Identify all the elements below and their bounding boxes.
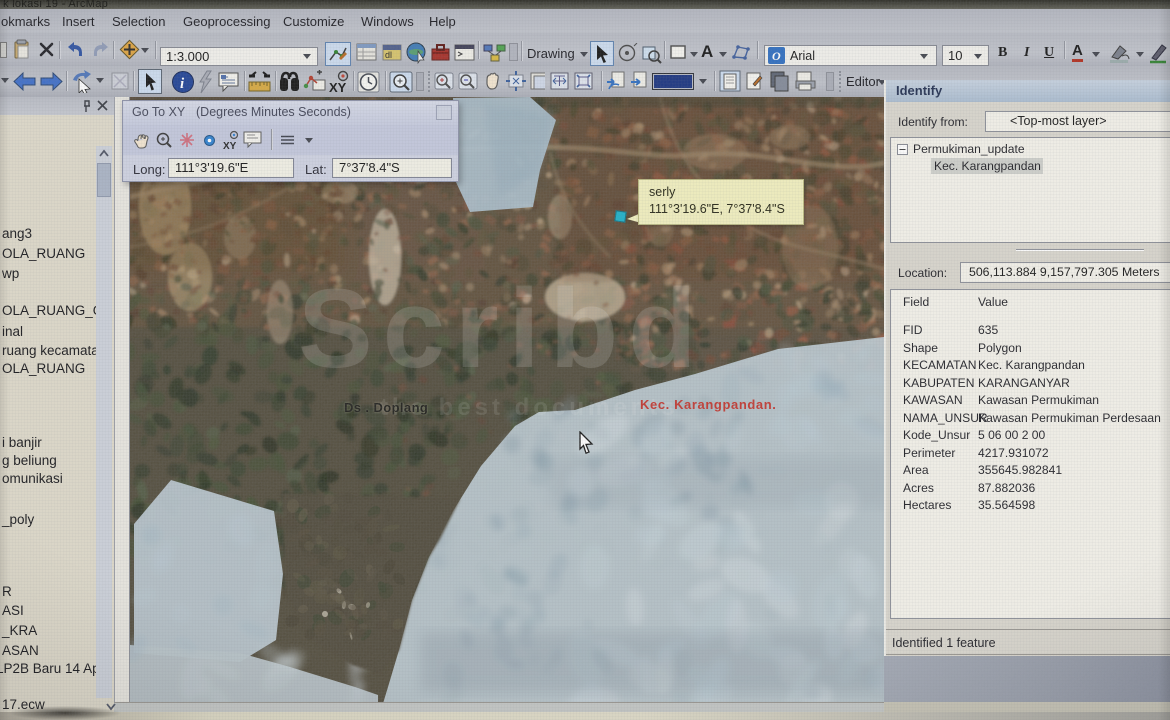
svg-text:XY: XY xyxy=(223,141,237,150)
svg-text:dl: dl xyxy=(385,50,392,60)
svg-text:Scribd: Scribd xyxy=(298,266,707,391)
svg-text:O: O xyxy=(772,49,781,63)
